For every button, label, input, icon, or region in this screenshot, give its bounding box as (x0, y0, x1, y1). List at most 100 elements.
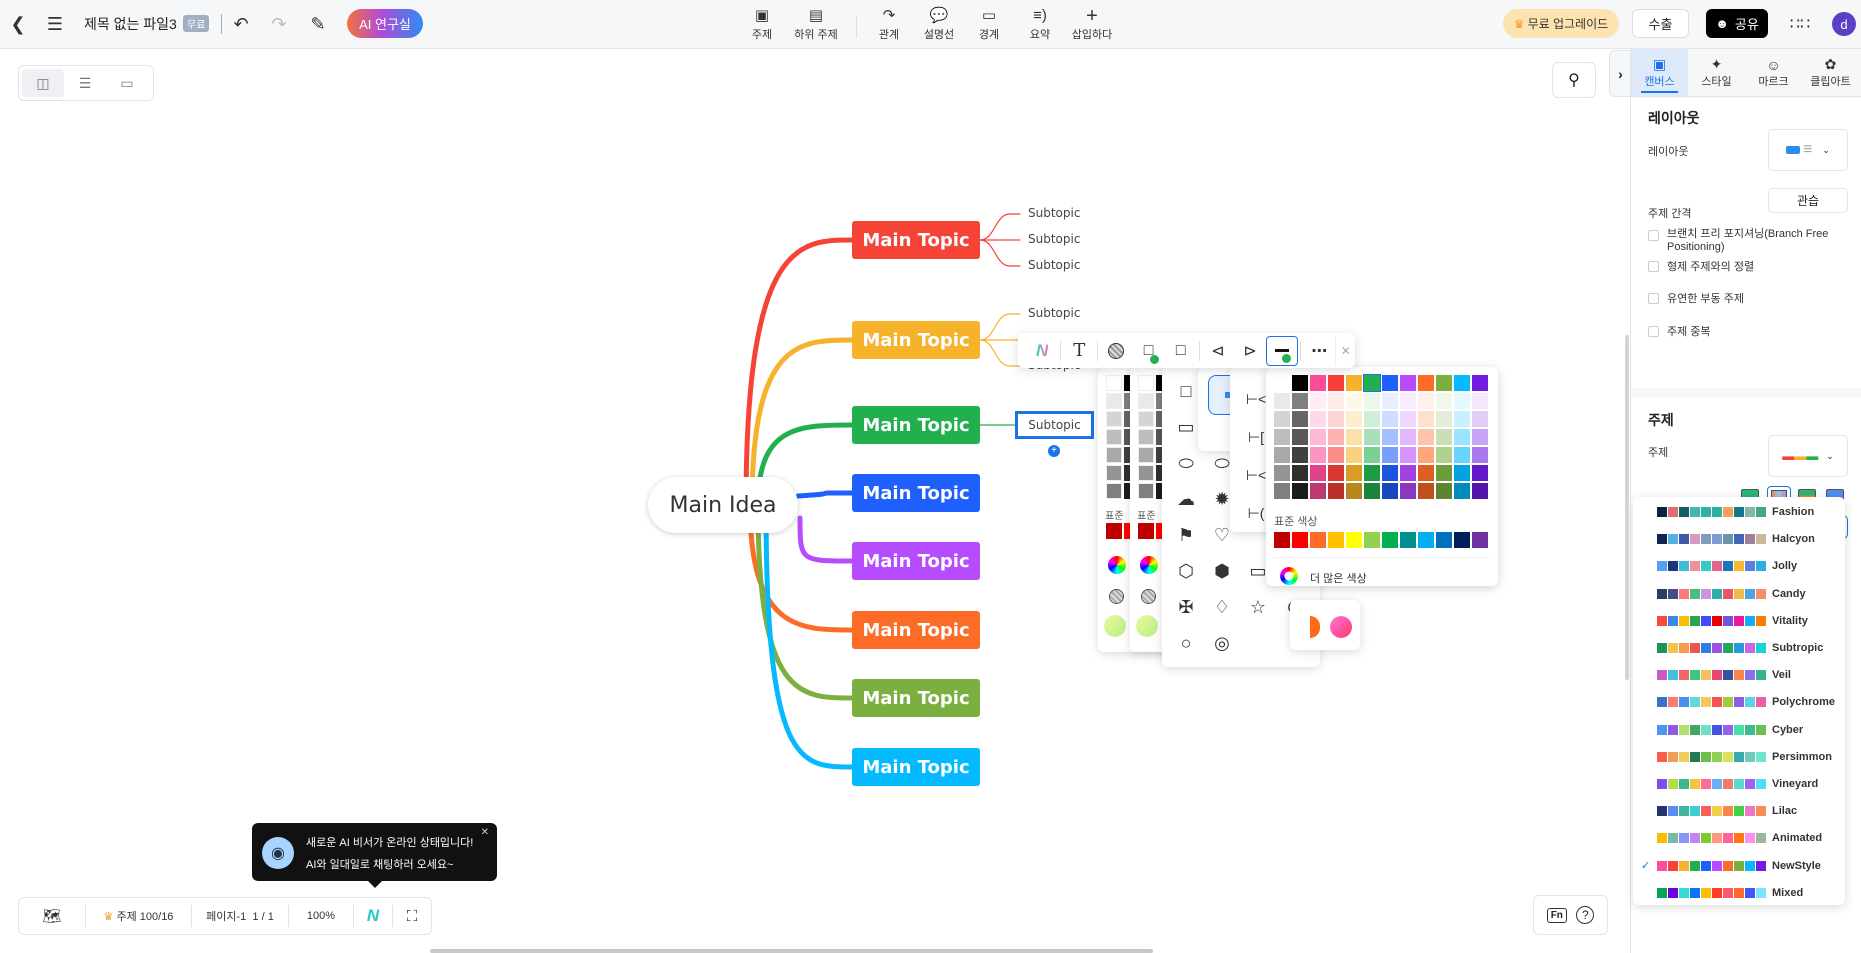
theme-option[interactable]: Animated (1657, 830, 1822, 846)
main-topic[interactable]: Main Topic (852, 748, 980, 786)
line-color-icon[interactable] (1266, 335, 1299, 366)
color-swatch[interactable] (1106, 465, 1122, 481)
flag-shape-icon[interactable]: ⚑ (1174, 523, 1198, 547)
ai-logo-icon[interactable]: N (354, 906, 392, 926)
color-swatch[interactable] (1328, 393, 1344, 409)
color-swatch[interactable] (1382, 375, 1398, 391)
color-swatch[interactable] (1436, 375, 1452, 391)
color-swatch[interactable] (1310, 411, 1326, 427)
color-swatch[interactable] (1346, 429, 1362, 445)
color-swatch[interactable] (1472, 393, 1488, 409)
color-swatch[interactable] (1472, 411, 1488, 427)
color-swatch[interactable] (1418, 447, 1434, 463)
standard-color-swatch[interactable] (1454, 532, 1470, 548)
branch-style-icon[interactable]: ⊢[ (1244, 425, 1268, 449)
color-swatch[interactable] (1436, 393, 1452, 409)
hexagon-shape-icon[interactable]: ⬡ (1174, 559, 1198, 583)
theme-option[interactable]: Polychrome (1657, 694, 1835, 710)
color-swatch[interactable] (1138, 523, 1154, 539)
theme-option[interactable]: Halcyon (1657, 531, 1815, 547)
gradient-fill-icon[interactable] (1310, 616, 1320, 638)
color-swatch[interactable] (1274, 375, 1290, 391)
more-colors-icon[interactable] (1108, 556, 1126, 574)
main-topic[interactable]: Main Topic (852, 542, 980, 580)
color-swatch[interactable] (1436, 429, 1452, 445)
color-swatch[interactable] (1292, 375, 1308, 391)
color-swatch[interactable] (1472, 375, 1488, 391)
standard-color-swatch[interactable] (1364, 532, 1380, 548)
branch-style-icon[interactable]: ⊢< (1244, 463, 1268, 487)
subtopic[interactable]: Subtopic (1028, 306, 1080, 320)
color-swatch[interactable] (1382, 465, 1398, 481)
color-swatch[interactable] (1436, 465, 1452, 481)
theme-option[interactable]: Jolly (1657, 558, 1797, 574)
fullscreen-icon[interactable]: ⛶ (393, 908, 431, 925)
topic-overlap-checkbox[interactable] (1648, 326, 1659, 337)
standard-color-swatch[interactable] (1274, 532, 1290, 548)
standard-color-swatch[interactable] (1400, 532, 1416, 548)
color-swatch[interactable] (1400, 375, 1416, 391)
selected-subtopic[interactable]: Subtopic (1015, 411, 1094, 439)
color-swatch[interactable] (1454, 411, 1470, 427)
standard-color-swatch[interactable] (1346, 532, 1362, 548)
border-icon[interactable]: □ (1132, 336, 1164, 366)
color-swatch[interactable] (1364, 447, 1380, 463)
color-swatch[interactable] (1106, 411, 1122, 427)
octagon-shape-icon[interactable]: ⬢ (1210, 559, 1234, 583)
standard-color-swatch[interactable] (1310, 532, 1326, 548)
color-swatch[interactable] (1364, 429, 1380, 445)
layout-icon[interactable]: ⊲ (1202, 336, 1234, 366)
underline-shape-icon[interactable]: ▭ (1174, 415, 1198, 439)
color-swatch[interactable] (1138, 465, 1154, 481)
branch-style-icon[interactable]: ⊢( (1244, 501, 1268, 525)
color-swatch[interactable] (1472, 465, 1488, 481)
main-topic[interactable]: Main Topic (852, 221, 980, 259)
main-topic[interactable]: Main Topic (852, 679, 980, 717)
apps-grid-icon[interactable]: ∷∷ (1790, 14, 1810, 34)
layout-select[interactable]: ≡ ⌄ (1768, 129, 1848, 171)
topic-style-select[interactable]: ▬▬▬ ⌄ (1768, 435, 1848, 477)
color-swatch[interactable] (1106, 523, 1122, 539)
color-swatch[interactable] (1382, 429, 1398, 445)
theme-option[interactable]: Veil (1657, 667, 1791, 683)
share-button[interactable]: ☻ 공유 (1706, 9, 1768, 38)
branch-style-icon[interactable]: ⊢< (1244, 387, 1268, 411)
color-swatch[interactable] (1138, 375, 1154, 391)
central-topic[interactable]: Main Idea (648, 477, 798, 533)
clover-shape-icon[interactable]: ✠ (1174, 595, 1198, 619)
color-swatch[interactable] (1138, 483, 1154, 499)
minimap-icon[interactable]: 🗺 (19, 907, 85, 925)
color-swatch[interactable] (1364, 411, 1380, 427)
panel-scrollbar[interactable] (1625, 335, 1629, 680)
theme-option[interactable]: Mixed (1657, 885, 1803, 901)
color-swatch[interactable] (1346, 483, 1362, 499)
theme-option[interactable]: Vineyard (1657, 776, 1818, 792)
color-swatch[interactable] (1106, 429, 1122, 445)
cloud-shape-icon[interactable]: ☁ (1174, 487, 1198, 511)
color-swatch[interactable] (1400, 483, 1416, 499)
color-swatch[interactable] (1328, 483, 1344, 499)
color-swatch[interactable] (1328, 429, 1344, 445)
theme-option[interactable]: Persimmon (1657, 749, 1832, 765)
color-swatch[interactable] (1400, 465, 1416, 481)
more-colors-link[interactable]: 더 많은 색상 (1310, 570, 1367, 586)
double-circle-shape-icon[interactable]: ◎ (1210, 631, 1234, 655)
standard-color-swatch[interactable] (1472, 532, 1488, 548)
color-swatch[interactable] (1363, 374, 1381, 392)
branch-free-checkbox[interactable] (1648, 230, 1659, 241)
more-colors-icon[interactable] (1140, 556, 1158, 574)
color-swatch[interactable] (1328, 465, 1344, 481)
no-fill-icon[interactable] (1109, 589, 1124, 604)
subtopic[interactable]: Subtopic (1028, 258, 1080, 272)
color-swatch[interactable] (1382, 447, 1398, 463)
tab-clipart[interactable]: ✿ 클립아트 (1802, 49, 1859, 96)
close-icon[interactable]: ✕ (481, 827, 489, 838)
standard-color-swatch[interactable] (1436, 532, 1452, 548)
main-topic[interactable]: Main Topic (852, 474, 980, 512)
color-swatch[interactable] (1274, 465, 1290, 481)
color-swatch[interactable] (1346, 447, 1362, 463)
topic-spacing-select[interactable]: 관습 (1768, 188, 1848, 213)
align-sibling-checkbox[interactable] (1648, 261, 1659, 272)
color-swatch[interactable] (1364, 483, 1380, 499)
star-shape-icon[interactable]: ☆ (1246, 595, 1270, 619)
